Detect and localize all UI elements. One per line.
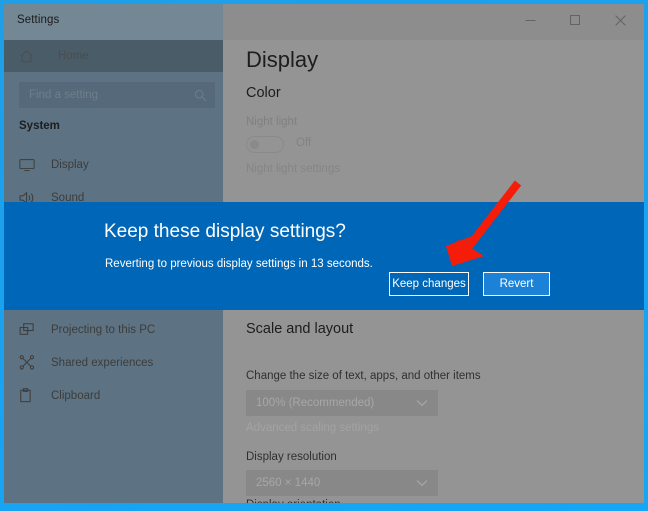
search-placeholder: Find a setting <box>29 89 194 101</box>
keep-display-settings-dialog: Keep these display settings? Reverting t… <box>4 202 644 310</box>
sidebar-section-title: System <box>19 120 60 132</box>
sidebar-item-home[interactable]: Home <box>4 40 223 72</box>
window-title: Settings <box>17 14 59 26</box>
sidebar-item-display[interactable]: Display <box>4 148 223 181</box>
orientation-label: Display orientation <box>246 499 341 503</box>
minimize-button[interactable] <box>508 4 553 36</box>
night-light-settings-link[interactable]: Night light settings <box>246 163 340 175</box>
sidebar-item-shared-experiences[interactable]: Shared experiences <box>4 346 223 379</box>
advanced-scaling-settings-link[interactable]: Advanced scaling settings <box>246 422 379 434</box>
projecting-icon <box>19 322 41 337</box>
shared-icon <box>19 355 41 370</box>
close-button[interactable] <box>598 4 643 36</box>
home-icon <box>19 49 41 64</box>
dialog-title: Keep these display settings? <box>104 221 346 243</box>
night-light-state: Off <box>296 137 311 149</box>
sidebar-item-clipboard-label: Clipboard <box>51 390 100 402</box>
search-input[interactable]: Find a setting <box>19 82 215 108</box>
scale-dropdown[interactable]: 100% (Recommended) <box>246 390 438 416</box>
resolution-label: Display resolution <box>246 451 337 463</box>
minimize-icon <box>525 15 536 26</box>
sidebar-item-projecting[interactable]: Projecting to this PC <box>4 313 223 346</box>
sidebar-item-shared-experiences-label: Shared experiences <box>51 357 153 369</box>
toggle-knob <box>250 140 259 149</box>
resolution-dropdown[interactable]: 2560 × 1440 <box>246 470 438 496</box>
chevron-down-icon <box>416 479 428 487</box>
sidebar-item-projecting-label: Projecting to this PC <box>51 324 155 336</box>
close-icon <box>615 15 626 26</box>
color-section-heading: Color <box>246 85 281 101</box>
night-light-toggle[interactable] <box>246 136 284 153</box>
maximize-button[interactable] <box>553 4 598 36</box>
search-icon[interactable] <box>194 89 207 102</box>
revert-button[interactable]: Revert <box>483 272 550 296</box>
keep-changes-button[interactable]: Keep changes <box>389 272 469 296</box>
sidebar-item-clipboard[interactable]: Clipboard <box>4 379 223 412</box>
title-bar[interactable]: Settings <box>4 4 644 40</box>
desktop-background: Settings <box>0 0 648 511</box>
maximize-icon <box>570 15 581 26</box>
resolution-dropdown-value: 2560 × 1440 <box>256 477 416 489</box>
scale-dropdown-value: 100% (Recommended) <box>256 397 416 409</box>
chevron-down-icon <box>416 399 428 407</box>
clipboard-icon <box>19 388 41 403</box>
dialog-subtitle: Reverting to previous display settings i… <box>105 258 373 270</box>
sidebar-item-display-label: Display <box>51 159 89 171</box>
night-light-label: Night light <box>246 116 297 128</box>
sidebar-item-home-label: Home <box>58 50 89 62</box>
page-title: Display <box>246 47 318 73</box>
scale-and-layout-heading: Scale and layout <box>246 321 353 337</box>
scale-label: Change the size of text, apps, and other… <box>246 370 481 382</box>
monitor-icon <box>19 158 41 172</box>
